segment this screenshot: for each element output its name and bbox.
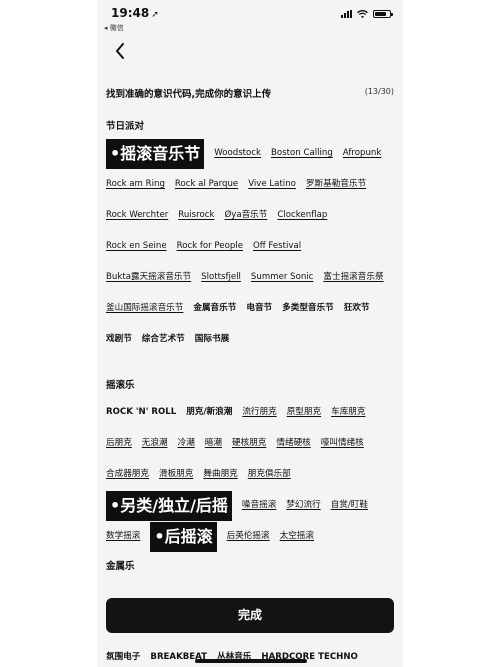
tag-option[interactable]: HARDCORE TECHNO (261, 648, 357, 666)
tag-option[interactable]: 硬核朋克 (232, 432, 266, 455)
tag-option[interactable]: 狂欢节 (344, 297, 370, 320)
chevron-left-icon (116, 43, 124, 59)
tag-list: •摇滚音乐节 Woodstock Boston Calling Afropunk Roc… (106, 138, 396, 351)
tag-option[interactable]: 电音节 (246, 297, 272, 320)
bottom-tag-row: 氛围电子 BREAKBEAT 丛林音乐 HARDCORE TECHNO (106, 647, 403, 667)
signal-icon (341, 10, 352, 18)
tag-option[interactable]: BREAKBEAT (150, 648, 207, 666)
tag-option[interactable]: 戏剧节 (106, 328, 132, 351)
battery-icon (373, 10, 393, 18)
tag-option[interactable]: Rock al Parque (175, 173, 238, 196)
tag-option[interactable]: Øya音乐节 (224, 204, 267, 227)
tag-option[interactable]: Afropunk (343, 142, 382, 165)
home-indicator (195, 659, 307, 663)
tag-option[interactable]: 国际书展 (195, 328, 229, 351)
tag-option[interactable]: 朋克俱乐部 (248, 463, 291, 486)
tag-option[interactable]: 噪音摇滚 (242, 494, 276, 517)
instruction-text: 找到准确的意识代码,完成你的意识上传 (106, 89, 272, 100)
tag-option[interactable]: Vive Latino (248, 173, 296, 196)
progress-counter: (13/30) (364, 87, 394, 96)
wifi-icon (357, 10, 368, 18)
tag-option[interactable]: 梦幻流行 (286, 494, 320, 517)
back-button[interactable] (111, 40, 131, 62)
section-title: 金属乐 (106, 561, 135, 572)
tag-option[interactable]: 车库朋克 (331, 401, 365, 424)
status-bar: 19:48 ➚ ◂ 微信 (97, 0, 403, 36)
tag-option[interactable]: 无浪潮 (142, 432, 168, 455)
done-button[interactable]: 完成 (106, 598, 394, 633)
tag-option[interactable]: 自赏/盯鞋 (331, 494, 368, 517)
page-header: 找到准确的意识代码,完成你的意识上传 (13/30) (106, 86, 394, 100)
tag-option[interactable]: Woodstock (214, 142, 261, 165)
wechat-back-link[interactable]: ◂ 微信 (104, 23, 124, 33)
tag-option[interactable]: 暗潮 (205, 432, 222, 455)
tag-selected[interactable]: •后摇滚 (150, 521, 217, 552)
tag-option[interactable]: 嚎叫情绪核 (321, 432, 364, 455)
tag-option[interactable]: 冷潮 (178, 432, 195, 455)
tag-option[interactable]: 后英伦摇滚 (227, 525, 270, 548)
tag-option[interactable]: Off Festival (253, 235, 301, 258)
tag-sections: 节日派对 •摇滚音乐节 Woodstock Boston Calling Afropun… (106, 120, 396, 582)
tag-option[interactable]: 数学摇滚 (106, 525, 140, 548)
tag-option[interactable]: 釜山国际摇滚音乐节 (106, 297, 183, 320)
tag-option[interactable]: 综合艺术节 (142, 328, 185, 351)
tag-option[interactable]: ROCK 'N' ROLL (106, 401, 176, 424)
tag-option[interactable]: Rock Werchter (106, 204, 168, 227)
tag-option[interactable]: 罗斯基勒音乐节 (306, 173, 366, 196)
tag-option[interactable]: 丛林音乐 (217, 648, 251, 666)
tag-option[interactable]: 情绪硬核 (276, 432, 310, 455)
section-title: 节日派对 (106, 121, 145, 132)
tag-option[interactable]: 后朋克 (106, 432, 132, 455)
tag-option[interactable]: Rock en Seine (106, 235, 167, 258)
tag-option[interactable]: Boston Calling (271, 142, 333, 165)
tag-option[interactable]: Bukta露天摇滚音乐节 (106, 266, 191, 289)
tag-option[interactable]: 原型朋克 (287, 401, 321, 424)
tag-option[interactable]: 滑板朋克 (159, 463, 193, 486)
tag-option[interactable]: 金属音乐节 (193, 297, 236, 320)
tag-option[interactable]: 流行朋克 (242, 401, 276, 424)
tag-selected[interactable]: •另类/独立/后摇 (106, 490, 232, 521)
tag-list: ROCK 'N' ROLL 朋克/新浪潮 流行朋克 原型朋克 车库朋克后朋克 无浪潮 冷潮暗… (106, 401, 396, 552)
tag-option[interactable]: 舞曲朋克 (203, 463, 237, 486)
tag-option[interactable]: Slottsfjell (201, 266, 241, 289)
tag-option[interactable]: Ruisrock (178, 204, 214, 227)
tag-option[interactable]: Clockenflap (277, 204, 327, 227)
tag-option[interactable]: 多类型音乐节 (282, 297, 334, 320)
tag-option[interactable]: 富士摇滚音乐祭 (323, 266, 383, 289)
status-time: 19:48 ➚ (111, 6, 159, 20)
app-screen: 19:48 ➚ ◂ 微信 找到准确的意识代码,完成你的意识上传 (13/30) 节… (97, 0, 403, 667)
clock-text: 19:48 (111, 6, 150, 20)
location-arrow-icon: ➚ (151, 10, 159, 20)
tag-option[interactable]: 朋克/新浪潮 (186, 401, 232, 424)
tag-option[interactable]: Rock am Ring (106, 173, 165, 196)
status-icons (341, 10, 393, 18)
tag-option[interactable]: Summer Sonic (251, 266, 313, 289)
tag-option[interactable]: 合成器朋克 (106, 463, 149, 486)
section-title: 摇滚乐 (106, 380, 135, 391)
tag-option[interactable]: 太空摇滚 (280, 525, 314, 548)
tag-option[interactable]: 氛围电子 (106, 648, 140, 666)
tag-option[interactable]: Rock for People (177, 235, 243, 258)
tag-selected[interactable]: •摇滚音乐节 (106, 138, 205, 169)
